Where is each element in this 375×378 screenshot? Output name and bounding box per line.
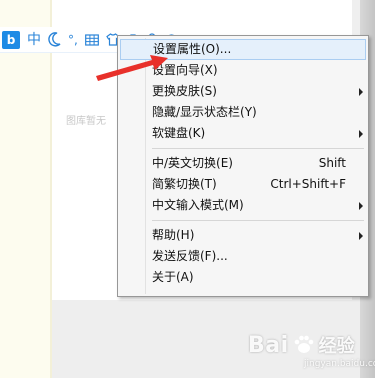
ime-logo-letter: b	[6, 32, 16, 47]
empty-gallery-text: 图库暂无	[66, 116, 106, 127]
submenu-arrow-icon	[359, 202, 363, 210]
watermark-brand: Bai	[248, 332, 289, 358]
menu-item-shortcut: Ctrl+Shift+F	[270, 177, 346, 191]
menu-item-label: 简繁切换(T)	[152, 177, 217, 191]
punctuation-label: °,	[68, 32, 78, 47]
menu-item-label: 中文输入模式(M)	[152, 198, 244, 212]
menu-item-help[interactable]: 帮助(H)	[120, 225, 366, 246]
punctuation-toggle[interactable]: °,	[68, 31, 78, 49]
menu-item-simp-trad-switch[interactable]: 简繁切换(T) Ctrl+Shift+F	[120, 174, 366, 195]
paw-logo-icon	[294, 335, 313, 353]
ime-logo[interactable]: b	[2, 30, 20, 49]
menu-item-label: 中/英文切换(E)	[152, 156, 233, 170]
menu-separator	[152, 148, 364, 149]
menu-separator	[152, 220, 364, 221]
menu-item-input-mode[interactable]: 中文输入模式(M)	[120, 195, 366, 216]
watermark-url: jingyan.baidu.com	[304, 359, 375, 369]
moon-icon[interactable]	[48, 32, 61, 47]
menu-item-shortcut: Shift	[318, 156, 346, 170]
menu-item-label: 发送反馈(F)...	[152, 249, 228, 263]
submenu-arrow-icon	[359, 88, 363, 96]
menu-item-label: 帮助(H)	[152, 228, 195, 242]
submenu-arrow-icon	[359, 232, 363, 240]
annotation-arrow-icon	[96, 55, 168, 81]
menu-item-feedback[interactable]: 发送反馈(F)...	[120, 246, 366, 267]
watermark-brand-cn: 经验	[318, 336, 355, 357]
baidu-jingyan-watermark: Bai 经验	[248, 332, 355, 358]
keyboard-icon[interactable]	[84, 33, 99, 46]
menu-item-label: 关于(A)	[152, 270, 194, 284]
menu-item-about[interactable]: 关于(A)	[120, 267, 366, 288]
menu-item-toggle-statusbar[interactable]: 隐藏/显示状态栏(Y)	[120, 102, 366, 123]
submenu-arrow-icon	[359, 130, 363, 138]
menu-item-cn-en-switch[interactable]: 中/英文切换(E) Shift	[120, 153, 366, 174]
language-mode-label: 中	[27, 31, 41, 48]
menu-item-label: 隐藏/显示状态栏(Y)	[152, 105, 257, 119]
left-yellow-strip	[0, 0, 52, 378]
language-mode-toggle[interactable]: 中	[27, 31, 41, 49]
menu-item-soft-keyboard[interactable]: 软键盘(K)	[120, 123, 366, 144]
menu-item-label: 软键盘(K)	[152, 126, 206, 140]
